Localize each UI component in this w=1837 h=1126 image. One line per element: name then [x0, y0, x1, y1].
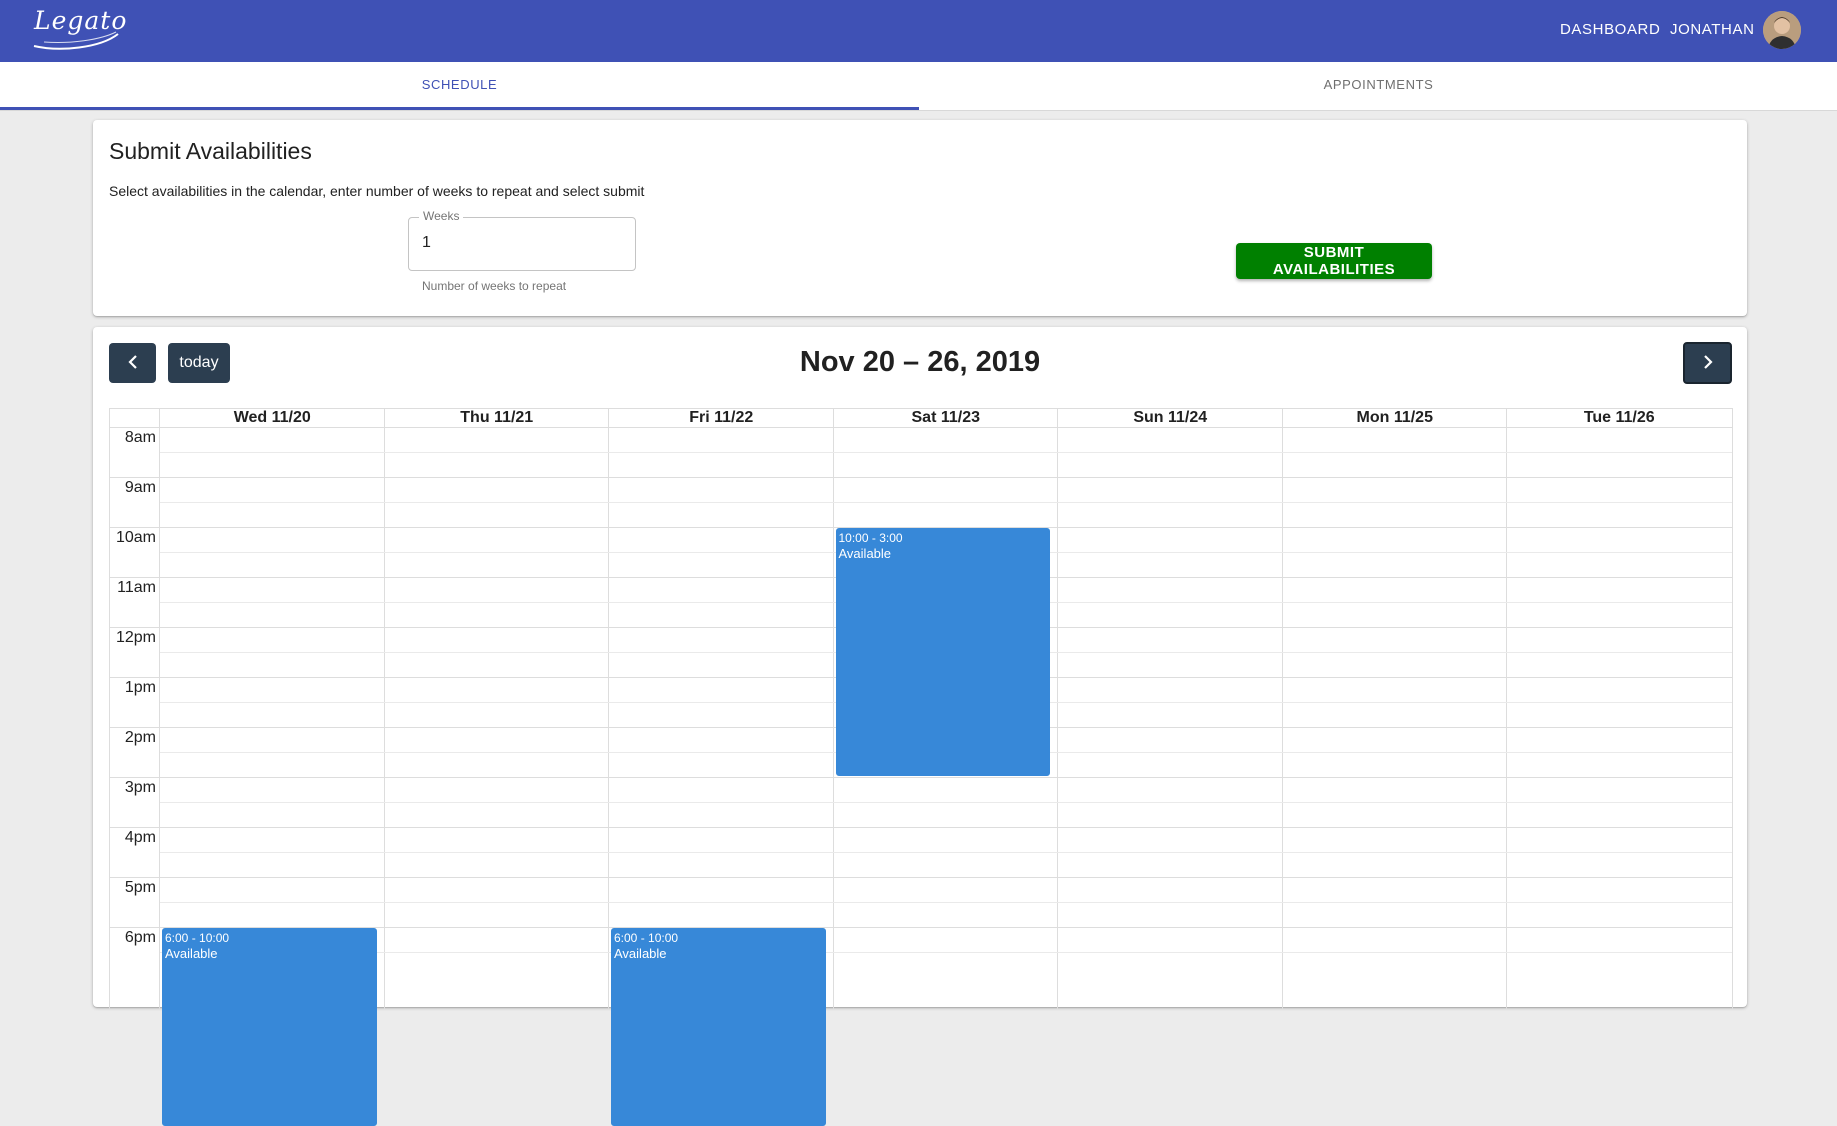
time-slot-label: 4pm — [124, 829, 156, 846]
event-title: Available — [614, 946, 667, 961]
event-title: Available — [838, 546, 892, 561]
logo-swoosh-icon — [33, 31, 119, 50]
half-hour-line — [160, 452, 1732, 453]
time-slot-label: 10am — [115, 529, 156, 546]
day-column-divider — [1506, 409, 1507, 1009]
availability-event[interactable]: 10:00 - 3:00 Available — [835, 528, 1050, 776]
day-header: Thu 11/21 — [460, 409, 534, 426]
event-time: 6:00 - 10:00 — [165, 931, 230, 945]
event-time: 10:00 - 3:00 — [838, 531, 903, 545]
availability-event[interactable]: 6:00 - 10:00 Available — [162, 928, 377, 1126]
tab-bar: SCHEDULE APPOINTMENTS — [0, 62, 1837, 111]
time-slot-label: 9am — [124, 479, 156, 496]
week-time-grid: Wed 11/20 Thu 11/21 Fri 11/22 Sat 11/23 Sun … — [109, 408, 1733, 1126]
day-header: Sat 11/23 — [911, 409, 981, 426]
weeks-label: Weeks — [419, 209, 464, 223]
half-hour-line — [160, 802, 1732, 803]
app-bar: Legato DASHBOARD JONATHAN — [0, 0, 1837, 62]
time-slot-label: 3pm — [124, 779, 156, 796]
hour-line — [110, 877, 1732, 878]
weeks-helper-text: Number of weeks to repeat — [422, 279, 567, 293]
submit-availabilities-card: Submit Availabilities Select availabilit… — [93, 120, 1747, 316]
weeks-field[interactable]: Weeks — [408, 209, 636, 271]
day-header: Wed 11/20 — [233, 409, 311, 426]
time-slot-label: 1pm — [124, 679, 156, 696]
calendar-card: today Nov 20 – 26, 2019 Wed 11/20 Thu 11/… — [93, 327, 1747, 1126]
half-hour-line — [160, 902, 1732, 903]
dashboard-link[interactable]: DASHBOARD — [1560, 21, 1660, 38]
time-slot-label: 12pm — [115, 629, 156, 646]
time-slot-label: 5pm — [124, 879, 156, 896]
event-title: Available — [165, 946, 218, 961]
day-column-divider — [1057, 409, 1058, 1009]
weeks-input[interactable] — [422, 234, 622, 252]
time-slot-label: 6pm — [124, 929, 156, 946]
half-hour-line — [160, 502, 1732, 503]
tab-appointments[interactable]: APPOINTMENTS — [919, 62, 1837, 110]
availability-event[interactable]: 6:00 - 10:00 Available — [611, 928, 826, 1126]
hour-line — [110, 477, 1732, 478]
instructions-text: Select availabilities in the calendar, e… — [109, 183, 645, 199]
day-column-divider — [608, 409, 609, 1009]
day-header: Tue 11/26 — [1583, 409, 1655, 426]
day-column-divider — [832, 409, 834, 1009]
time-slot-label: 2pm — [124, 729, 156, 746]
avatar[interactable] — [1763, 11, 1801, 49]
event-time: 6:00 - 10:00 — [614, 931, 679, 945]
submit-availabilities-button[interactable]: SUBMIT AVAILABILITIES — [1236, 243, 1432, 279]
hour-line — [110, 827, 1732, 828]
time-slot-label: 8am — [124, 429, 156, 446]
next-week-button[interactable] — [1683, 342, 1732, 384]
day-header: Mon 11/25 — [1356, 409, 1433, 426]
half-hour-line — [160, 852, 1732, 853]
time-slot-label: 11am — [117, 579, 156, 596]
user-photo-icon — [1763, 11, 1801, 49]
chevron-right-icon — [1703, 354, 1713, 369]
active-tab-indicator — [0, 107, 919, 110]
day-column-divider — [159, 409, 160, 1009]
day-column-divider — [383, 409, 385, 1009]
hour-line — [110, 777, 1732, 778]
user-menu[interactable]: JONATHAN — [1670, 21, 1755, 38]
header-row-divider — [110, 427, 1732, 428]
card-title: Submit Availabilities — [109, 138, 312, 164]
half-hour-line — [160, 952, 1732, 953]
day-column-divider — [1281, 409, 1283, 1009]
tab-schedule[interactable]: SCHEDULE — [0, 62, 919, 110]
day-header: Sun 11/24 — [1133, 409, 1208, 426]
calendar-title: Nov 20 – 26, 2019 — [799, 346, 1041, 378]
day-header: Fri 11/22 — [689, 409, 754, 426]
